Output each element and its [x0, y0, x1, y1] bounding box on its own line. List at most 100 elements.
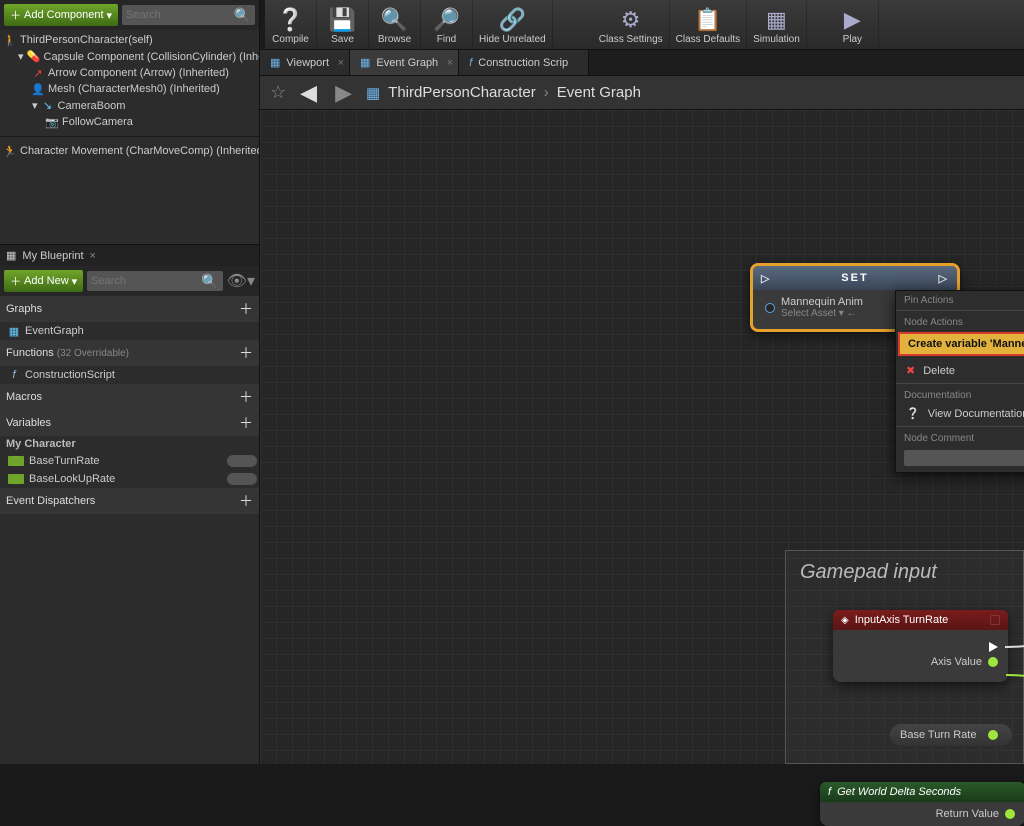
float-icon	[8, 456, 24, 466]
output-pin[interactable]	[988, 730, 998, 740]
delete-icon: ✖	[906, 364, 915, 377]
exec-in-pin[interactable]: ▷	[761, 272, 771, 285]
search-icon: 🔍	[234, 7, 251, 24]
component-tree: 🚶ThirdPersonCharacter(self) ▾💊Capsule Co…	[0, 30, 259, 161]
tree-capsule[interactable]: ▾💊Capsule Component (CollisionCylinder) …	[0, 48, 259, 65]
pawn-icon: 🚶	[4, 34, 16, 46]
functions-section[interactable]: Functions (32 Overridable)＋	[0, 340, 259, 366]
crumb-root[interactable]: ThirdPersonCharacter	[388, 84, 536, 101]
favorite-button[interactable]: ☆	[270, 82, 286, 103]
component-search[interactable]: 🔍	[122, 5, 255, 25]
add-dispatcher-button[interactable]: ＋	[239, 491, 253, 511]
tree-cameraboom[interactable]: ▾↘CameraBoom	[0, 97, 259, 114]
set-node-title: SET	[841, 272, 868, 284]
expand-icon[interactable]: ▾	[18, 50, 24, 63]
event-icon: ◈	[841, 615, 849, 626]
play-button[interactable]: ▶Play	[827, 1, 879, 49]
springarm-icon: ↘	[42, 100, 54, 112]
constructionscript-item[interactable]: fConstructionScript	[0, 366, 259, 384]
nav-forward-button[interactable]: ▶	[331, 80, 356, 106]
graphs-section[interactable]: Graphs＋	[0, 296, 259, 322]
variable-baseturnrate[interactable]: BaseTurnRate	[0, 452, 259, 470]
add-component-button[interactable]: ＋Add Component▾	[4, 4, 118, 26]
output-pin[interactable]	[988, 657, 998, 667]
expand-icon[interactable]: ▾	[32, 99, 38, 112]
getworlddeltaseconds-node[interactable]: fGet World Delta Seconds Return Value	[820, 782, 1024, 826]
tab-construction[interactable]: fConstruction Scrip	[459, 50, 589, 75]
viewport-icon: ▦	[270, 56, 280, 69]
variable-visibility-toggle[interactable]	[227, 473, 257, 485]
hide-unrelated-button[interactable]: 🔗Hide Unrelated	[473, 1, 553, 49]
class-defaults-button[interactable]: 📋Class Defaults	[670, 1, 747, 49]
graph-canvas[interactable]: ▷SET▷ Mannequin Anim Select Asset ▾ ← Pi…	[260, 110, 1024, 764]
left-panel: ＋Add Component▾ 🔍 🚶ThirdPersonCharacter(…	[0, 0, 260, 764]
browse-button[interactable]: 🔍Browse	[369, 1, 421, 49]
nav-back-button[interactable]: ◀	[296, 80, 321, 106]
arrow-icon: ↗	[32, 67, 44, 79]
tree-arrow[interactable]: ↗Arrow Component (Arrow) (Inherited)	[0, 65, 259, 81]
variable-category[interactable]: My Character	[0, 436, 259, 452]
close-icon[interactable]: ×	[90, 250, 96, 262]
search-icon: 🔍	[201, 273, 218, 290]
browse-asset-icon[interactable]: ←	[847, 308, 857, 319]
variable-visibility-toggle[interactable]	[227, 455, 257, 467]
close-icon[interactable]: ×	[338, 57, 344, 69]
crumb-current[interactable]: Event Graph	[557, 84, 641, 101]
blueprint-search[interactable]: 🔍	[87, 271, 222, 291]
blueprint-search-input[interactable]	[91, 275, 201, 287]
ctx-view-docs[interactable]: ❔View Documentation	[896, 403, 1024, 424]
ctx-heading: Pin Actions	[896, 291, 1024, 308]
graph-navbar: ☆ ◀ ▶ ▦ ThirdPersonCharacter › Event Gra…	[260, 76, 1024, 110]
add-graph-button[interactable]: ＋	[239, 299, 253, 319]
ctx-heading: Documentation	[896, 386, 1024, 403]
node-toggle[interactable]	[990, 615, 1000, 625]
function-icon: f	[469, 57, 472, 69]
eventdispatchers-section[interactable]: Event Dispatchers＋	[0, 488, 259, 514]
save-button[interactable]: 💾Save	[317, 1, 369, 49]
function-icon: f	[8, 369, 20, 381]
tree-mesh[interactable]: 👤Mesh (CharacterMesh0) (Inherited)	[0, 81, 259, 97]
baseturnrate-getter[interactable]: Base Turn Rate	[890, 724, 1012, 746]
close-icon[interactable]: ×	[447, 57, 453, 69]
exec-out-pin[interactable]	[989, 642, 998, 652]
variable-baselookuprate[interactable]: BaseLookUpRate	[0, 470, 259, 488]
comment-title[interactable]: Gamepad input	[786, 551, 1023, 604]
exec-out-pin[interactable]: ▷	[939, 272, 949, 285]
simulation-button[interactable]: ▦Simulation	[747, 1, 807, 49]
graph-icon: ▦	[366, 84, 380, 102]
node-comment-input[interactable]	[904, 450, 1024, 466]
camera-icon: 📷	[46, 116, 58, 128]
tree-charmove[interactable]: 🏃Character Movement (CharMoveComp) (Inhe…	[0, 143, 259, 159]
class-settings-button[interactable]: ⚙Class Settings	[593, 1, 670, 49]
inputaxis-node[interactable]: ◈InputAxis TurnRate Axis Value	[833, 610, 1008, 682]
component-search-input[interactable]	[126, 9, 234, 21]
select-asset-dropdown[interactable]: Select Asset ▾	[781, 308, 844, 319]
editor-tabs: ▦Viewport× ▦Event Graph× fConstruction S…	[260, 50, 1024, 76]
find-button[interactable]: 🔎Find	[421, 1, 473, 49]
main-toolbar: ❔Compile 💾Save 🔍Browse 🔎Find 🔗Hide Unrel…	[265, 0, 1024, 50]
input-pin[interactable]	[765, 303, 775, 313]
my-blueprint-tab[interactable]: ▦My Blueprint×	[0, 244, 259, 266]
add-variable-button[interactable]: ＋	[239, 413, 253, 433]
ctx-create-variable[interactable]: Create variable 'MannequinAnim'	[898, 332, 1024, 356]
ctx-delete[interactable]: ✖DeleteDelete	[896, 360, 1024, 381]
add-macro-button[interactable]: ＋	[239, 387, 253, 407]
tree-followcamera[interactable]: 📷FollowCamera	[0, 114, 259, 130]
tab-viewport[interactable]: ▦Viewport×	[260, 50, 350, 75]
axis-value-label: Axis Value	[931, 656, 982, 668]
blueprint-icon: ▦	[6, 249, 16, 262]
output-pin[interactable]	[1005, 809, 1015, 819]
context-menu: Pin Actions Node Actions Create variable…	[895, 290, 1024, 473]
function-icon: f	[828, 786, 831, 798]
view-options-button[interactable]: 👁▾	[227, 271, 255, 291]
compile-button[interactable]: ❔Compile	[265, 1, 317, 49]
tree-root[interactable]: 🚶ThirdPersonCharacter(self)	[0, 32, 259, 48]
tab-eventgraph[interactable]: ▦Event Graph×	[350, 50, 459, 75]
macros-section[interactable]: Macros＋	[0, 384, 259, 410]
add-new-button[interactable]: ＋Add New▾	[4, 270, 83, 292]
gwds-title: Get World Delta Seconds	[837, 786, 961, 798]
breadcrumb: ▦ ThirdPersonCharacter › Event Graph	[366, 84, 641, 102]
eventgraph-item[interactable]: ▦EventGraph	[0, 322, 259, 340]
variables-section[interactable]: Variables＋	[0, 410, 259, 436]
add-function-button[interactable]: ＋	[239, 343, 253, 363]
